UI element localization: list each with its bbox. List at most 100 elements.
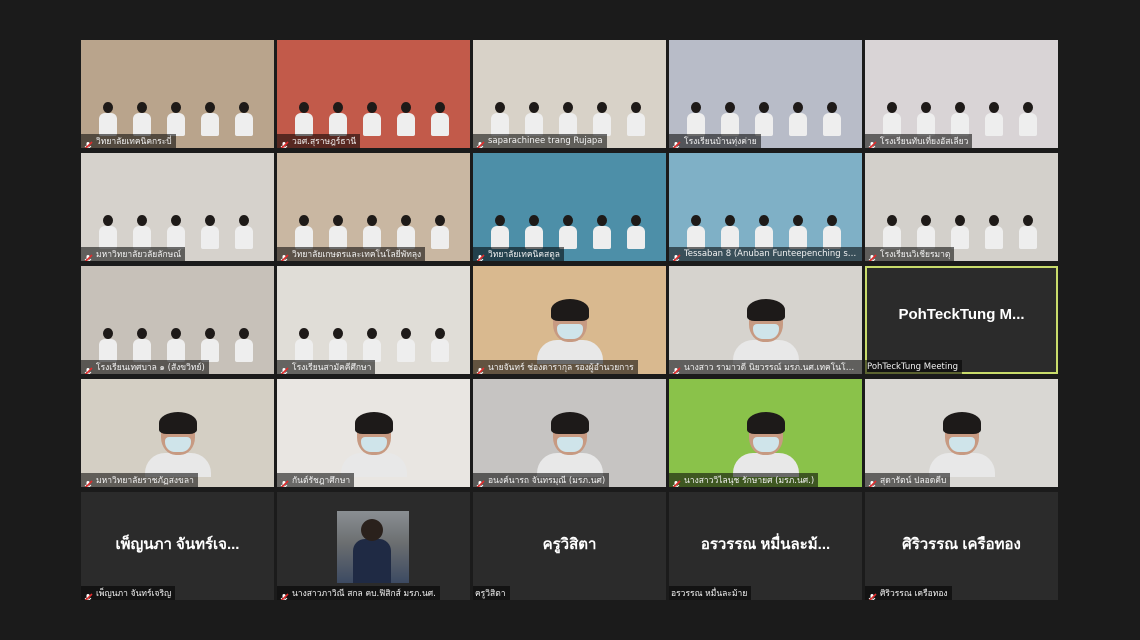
person-figure — [917, 215, 935, 249]
participant-tile[interactable]: โรงเรียนวิเชียรมาตุ — [865, 153, 1058, 261]
name-label-bar: วิทยาลัยเกษตรและเทคโนโลยีพัทลุง — [277, 247, 426, 261]
person-figure — [363, 102, 381, 136]
participant-tile[interactable]: สุดารัตน์ ปลอดคีบ — [865, 379, 1058, 487]
participant-tile[interactable]: มหาวิทยาลัยวลัยลักษณ์ — [81, 153, 274, 261]
participant-tile[interactable]: ศิริวรรณ เครือทอง ศิริวรรณ เครือทอง — [865, 492, 1058, 600]
person-figure — [99, 328, 117, 362]
person-figure — [397, 328, 415, 362]
person-figure — [951, 102, 969, 136]
video-feed — [277, 266, 470, 374]
participant-tile[interactable]: วิทยาลัยเทคนิคสตูล — [473, 153, 666, 261]
mic-muted-icon — [475, 136, 485, 148]
participant-tile[interactable]: วิทยาลัยเทคนิคกระบี่ — [81, 40, 274, 148]
participant-tile[interactable]: นางสาววิไลนุช รักษายศ (มรภ.นศ.) — [669, 379, 862, 487]
person-figure — [167, 215, 185, 249]
video-feed — [669, 40, 862, 148]
participant-tile[interactable]: อนงค์นารถ จันทรมุณี (มรภ.นศ) — [473, 379, 666, 487]
participant-tile[interactable]: วอศ.สุราษฎร์ธานี — [277, 40, 470, 148]
participant-name: โรงเรียนวิเชียรมาตุ — [880, 250, 951, 260]
name-label-bar: saparachinee trang Rujapa — [473, 134, 607, 148]
participant-display-name: เพ็ญนภา จันทร์เจ... — [115, 536, 240, 553]
name-label-bar: เพ็ญนภา จันทร์เจริญ — [81, 586, 176, 600]
video-feed — [277, 153, 470, 261]
participant-tile[interactable]: มหาวิทยาลัยราชภัฏสงขลา — [81, 379, 274, 487]
participant-tile[interactable]: PohTeckTung M... PohTeckTung Meeting — [865, 266, 1058, 374]
name-label-bar: กันต์รัชฎาศึกษา — [277, 473, 355, 487]
participant-name: Tessaban 8 (Anuban Funteepenching sc... — [684, 249, 858, 259]
mic-muted-icon — [83, 362, 93, 374]
name-label-bar: สุดารัตน์ ปลอดคีบ — [865, 473, 951, 487]
person-figure — [491, 215, 509, 249]
video-feed — [669, 266, 862, 374]
video-feed — [473, 266, 666, 374]
name-label-bar: โรงเรียนเทศบาล ๑ (สังขวิทย์) — [81, 360, 209, 374]
participant-name: กันต์รัชฎาศึกษา — [292, 476, 351, 486]
person-figure — [167, 102, 185, 136]
participant-name: สุดารัตน์ ปลอดคีบ — [880, 476, 947, 486]
person-figure — [363, 215, 381, 249]
video-feed — [81, 40, 274, 148]
mic-muted-icon — [867, 588, 877, 600]
video-feed — [473, 153, 666, 261]
participant-name: นายจันทร์ ช่องดารากุล รองผู้อำนวยการ — [488, 363, 634, 373]
name-label-bar: โรงเรียนบ้านทุ่งค่าย — [669, 134, 761, 148]
participant-tile[interactable]: กันต์รัชฎาศึกษา — [277, 379, 470, 487]
participant-tile[interactable]: วิทยาลัยเกษตรและเทคโนโลยีพัทลุง — [277, 153, 470, 261]
participant-name: วิทยาลัยเทคนิคสตูล — [488, 250, 560, 260]
person-figure — [144, 412, 211, 477]
participant-tile[interactable]: นายจันทร์ ช่องดารากุล รองผู้อำนวยการ — [473, 266, 666, 374]
person-figure — [823, 215, 841, 249]
participant-name: วิทยาลัยเทคนิคกระบี่ — [96, 137, 172, 147]
name-label-bar: วอศ.สุราษฎร์ธานี — [277, 134, 361, 148]
mic-muted-icon — [279, 588, 289, 600]
participant-tile[interactable]: Tessaban 8 (Anuban Funteepenching sc... — [669, 153, 862, 261]
participant-tile[interactable]: โรงเรียนบ้านทุ่งค่าย — [669, 40, 862, 148]
participant-name: นางสาววิไลนุช รักษายศ (มรภ.นศ.) — [684, 476, 815, 486]
person-figure — [99, 215, 117, 249]
person-figure — [593, 102, 611, 136]
person-figure — [431, 102, 449, 136]
video-feed — [81, 153, 274, 261]
person-figure — [329, 102, 347, 136]
mic-muted-icon — [279, 362, 289, 374]
person-figure — [133, 328, 151, 362]
name-label-bar: อรวรรณ หมื่นละม้าย — [669, 586, 752, 600]
participant-tile[interactable]: ครูวิสิตา ครูวิสิตา — [473, 492, 666, 600]
mic-muted-icon — [671, 475, 681, 487]
participant-name: โรงเรียนทับเที่ยงอัสเลียว — [880, 137, 969, 147]
participant-tile[interactable]: โรงเรียนสามัคคีศึกษา — [277, 266, 470, 374]
person-figure — [235, 102, 253, 136]
participant-name: ครูวิสิตา — [475, 589, 506, 599]
participant-name: วิทยาลัยเกษตรและเทคโนโลยีพัทลุง — [292, 250, 422, 260]
person-figure — [1019, 102, 1037, 136]
name-label-bar: นางสาววิไลนุช รักษายศ (มรภ.นศ.) — [669, 473, 819, 487]
person-figure — [917, 102, 935, 136]
person-figure — [397, 215, 415, 249]
participant-name: โรงเรียนบ้านทุ่งค่าย — [684, 137, 757, 147]
person-figure — [755, 102, 773, 136]
participant-name: อรวรรณ หมื่นละม้าย — [671, 589, 748, 599]
participant-tile[interactable]: โรงเรียนทับเที่ยงอัสเลียว — [865, 40, 1058, 148]
name-label-bar: โรงเรียนวิเชียรมาตุ — [865, 247, 955, 261]
video-feed — [277, 40, 470, 148]
person-figure — [431, 328, 449, 362]
participant-tile[interactable]: โรงเรียนเทศบาล ๑ (สังขวิทย์) — [81, 266, 274, 374]
person-figure — [295, 102, 313, 136]
participant-tile[interactable]: เพ็ญนภา จันทร์เจ... เพ็ญนภา จันทร์เจริญ — [81, 492, 274, 600]
mic-muted-icon — [867, 475, 877, 487]
participant-tile[interactable]: saparachinee trang Rujapa — [473, 40, 666, 148]
person-figure — [363, 328, 381, 362]
participant-name: อนงค์นารถ จันทรมุณี (มรภ.นศ) — [488, 476, 606, 486]
person-figure — [525, 215, 543, 249]
person-figure — [732, 299, 799, 364]
participant-tile[interactable]: นางสาวภาวิณี สกล คบ.ฟิสิกส์ มรภ.นศ. — [277, 492, 470, 600]
name-label-bar: โรงเรียนสามัคคีศึกษา — [277, 360, 376, 374]
name-label-bar: ครูวิสิตา — [473, 586, 510, 600]
person-figure — [593, 215, 611, 249]
participant-tile[interactable]: อรวรรณ หมื่นละม้... อรวรรณ หมื่นละม้าย — [669, 492, 862, 600]
participant-tile[interactable]: นางสาว รามาวดี นิยวรรณ์ มรภ.นศ.เทคโนโลยี… — [669, 266, 862, 374]
person-figure — [536, 412, 603, 477]
mic-muted-icon — [671, 362, 681, 374]
person-figure — [235, 328, 253, 362]
person-figure — [201, 215, 219, 249]
